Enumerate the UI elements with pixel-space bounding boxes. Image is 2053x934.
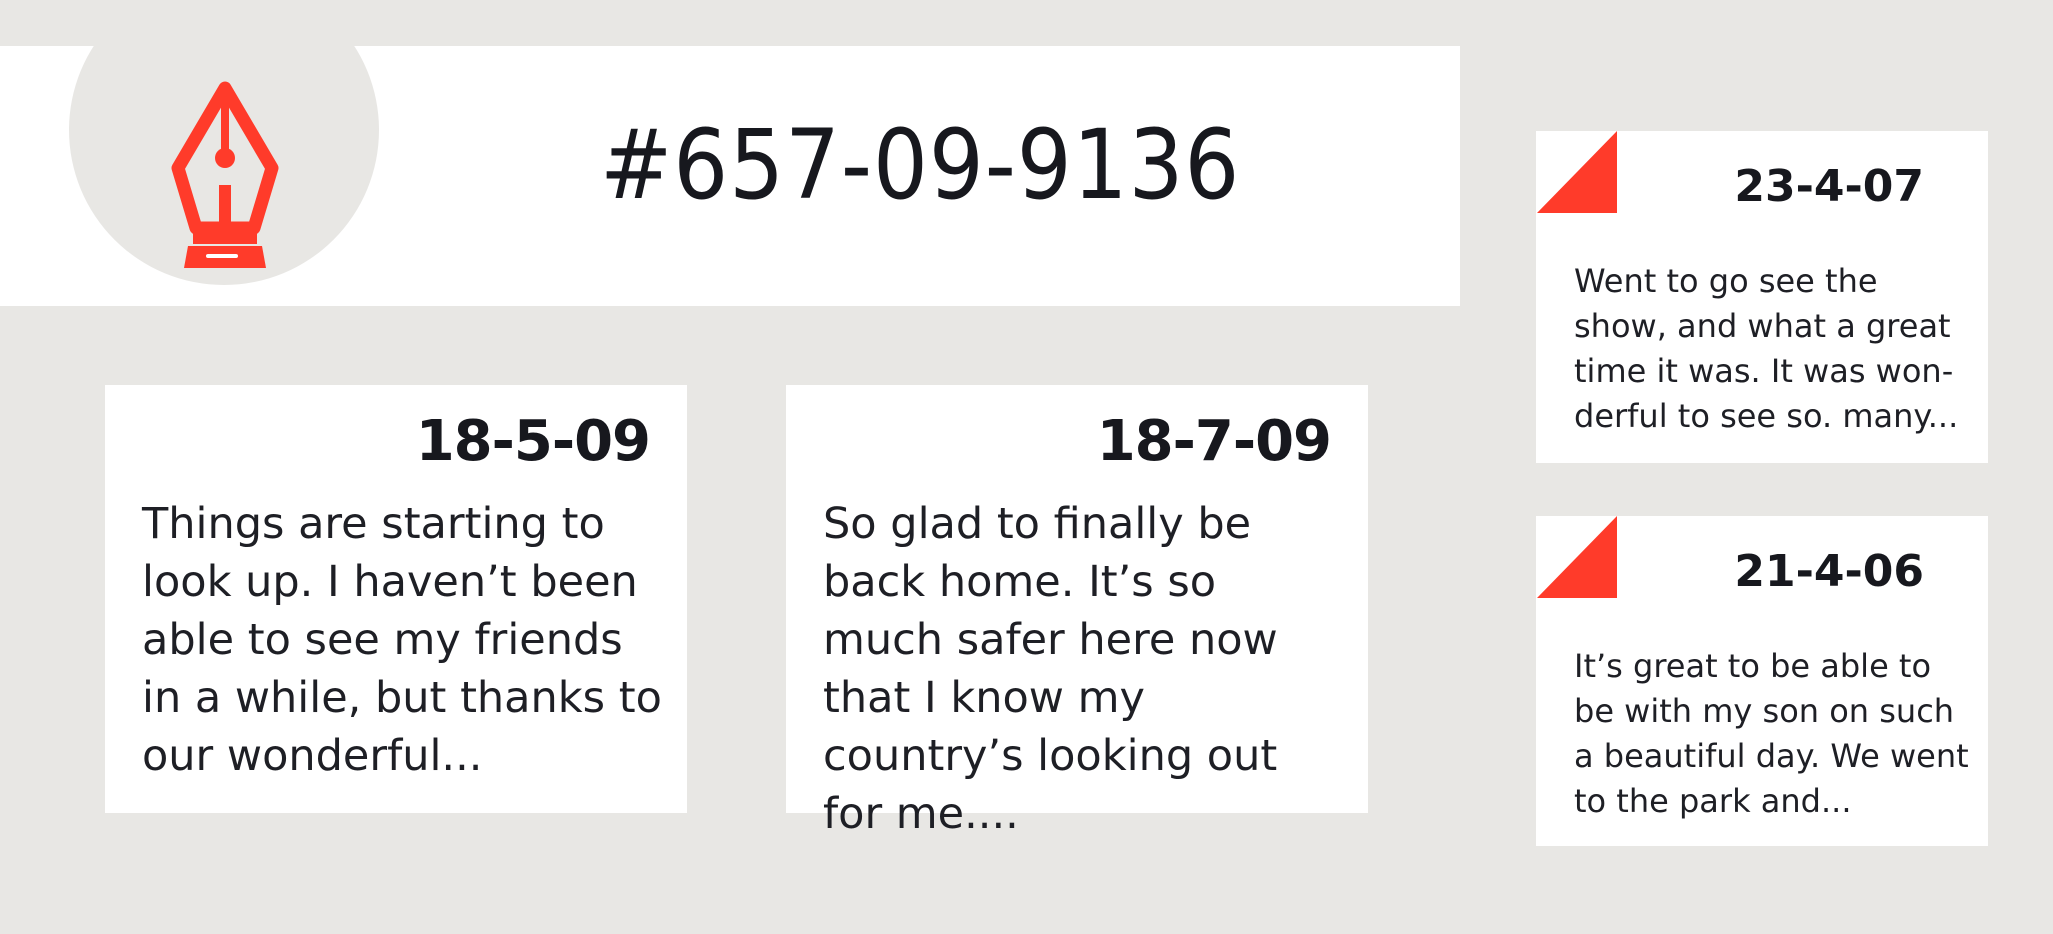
entry-date: 18-5-09 — [415, 409, 651, 474]
entry-excerpt: It’s great to be able to be with my son … — [1574, 647, 1969, 820]
side-entry-card[interactable]: 21-4-06 It’s great to be able to be with… — [1536, 516, 1988, 846]
entry-date: 21-4-06 — [1734, 546, 1924, 597]
entry-date: 18-7-09 — [1096, 409, 1332, 474]
entry-date: 23-4-07 — [1734, 161, 1924, 212]
page-title: #657-09-9136 — [600, 109, 1241, 221]
entry-excerpt: Went to go see the show, and what a grea… — [1574, 262, 1959, 435]
corner-flag-icon — [1537, 516, 1617, 598]
side-entry-card[interactable]: 23-4-07 Went to go see the show, and wha… — [1536, 131, 1988, 463]
top-margin — [0, 0, 1460, 46]
pen-nib-icon — [171, 81, 279, 268]
journal-entry-card[interactable]: 18-5-09 Things are starting to look up. … — [105, 385, 687, 813]
logo-bottom-margin — [60, 306, 400, 366]
corner-flag-icon — [1537, 131, 1617, 213]
entry-excerpt: Things are starting to look up. I haven’… — [142, 499, 662, 781]
journal-entry-card[interactable]: 18-7-09 So glad to finally be back home.… — [786, 385, 1368, 839]
entry-excerpt: So glad to finally be back home. It’s so… — [823, 499, 1278, 839]
